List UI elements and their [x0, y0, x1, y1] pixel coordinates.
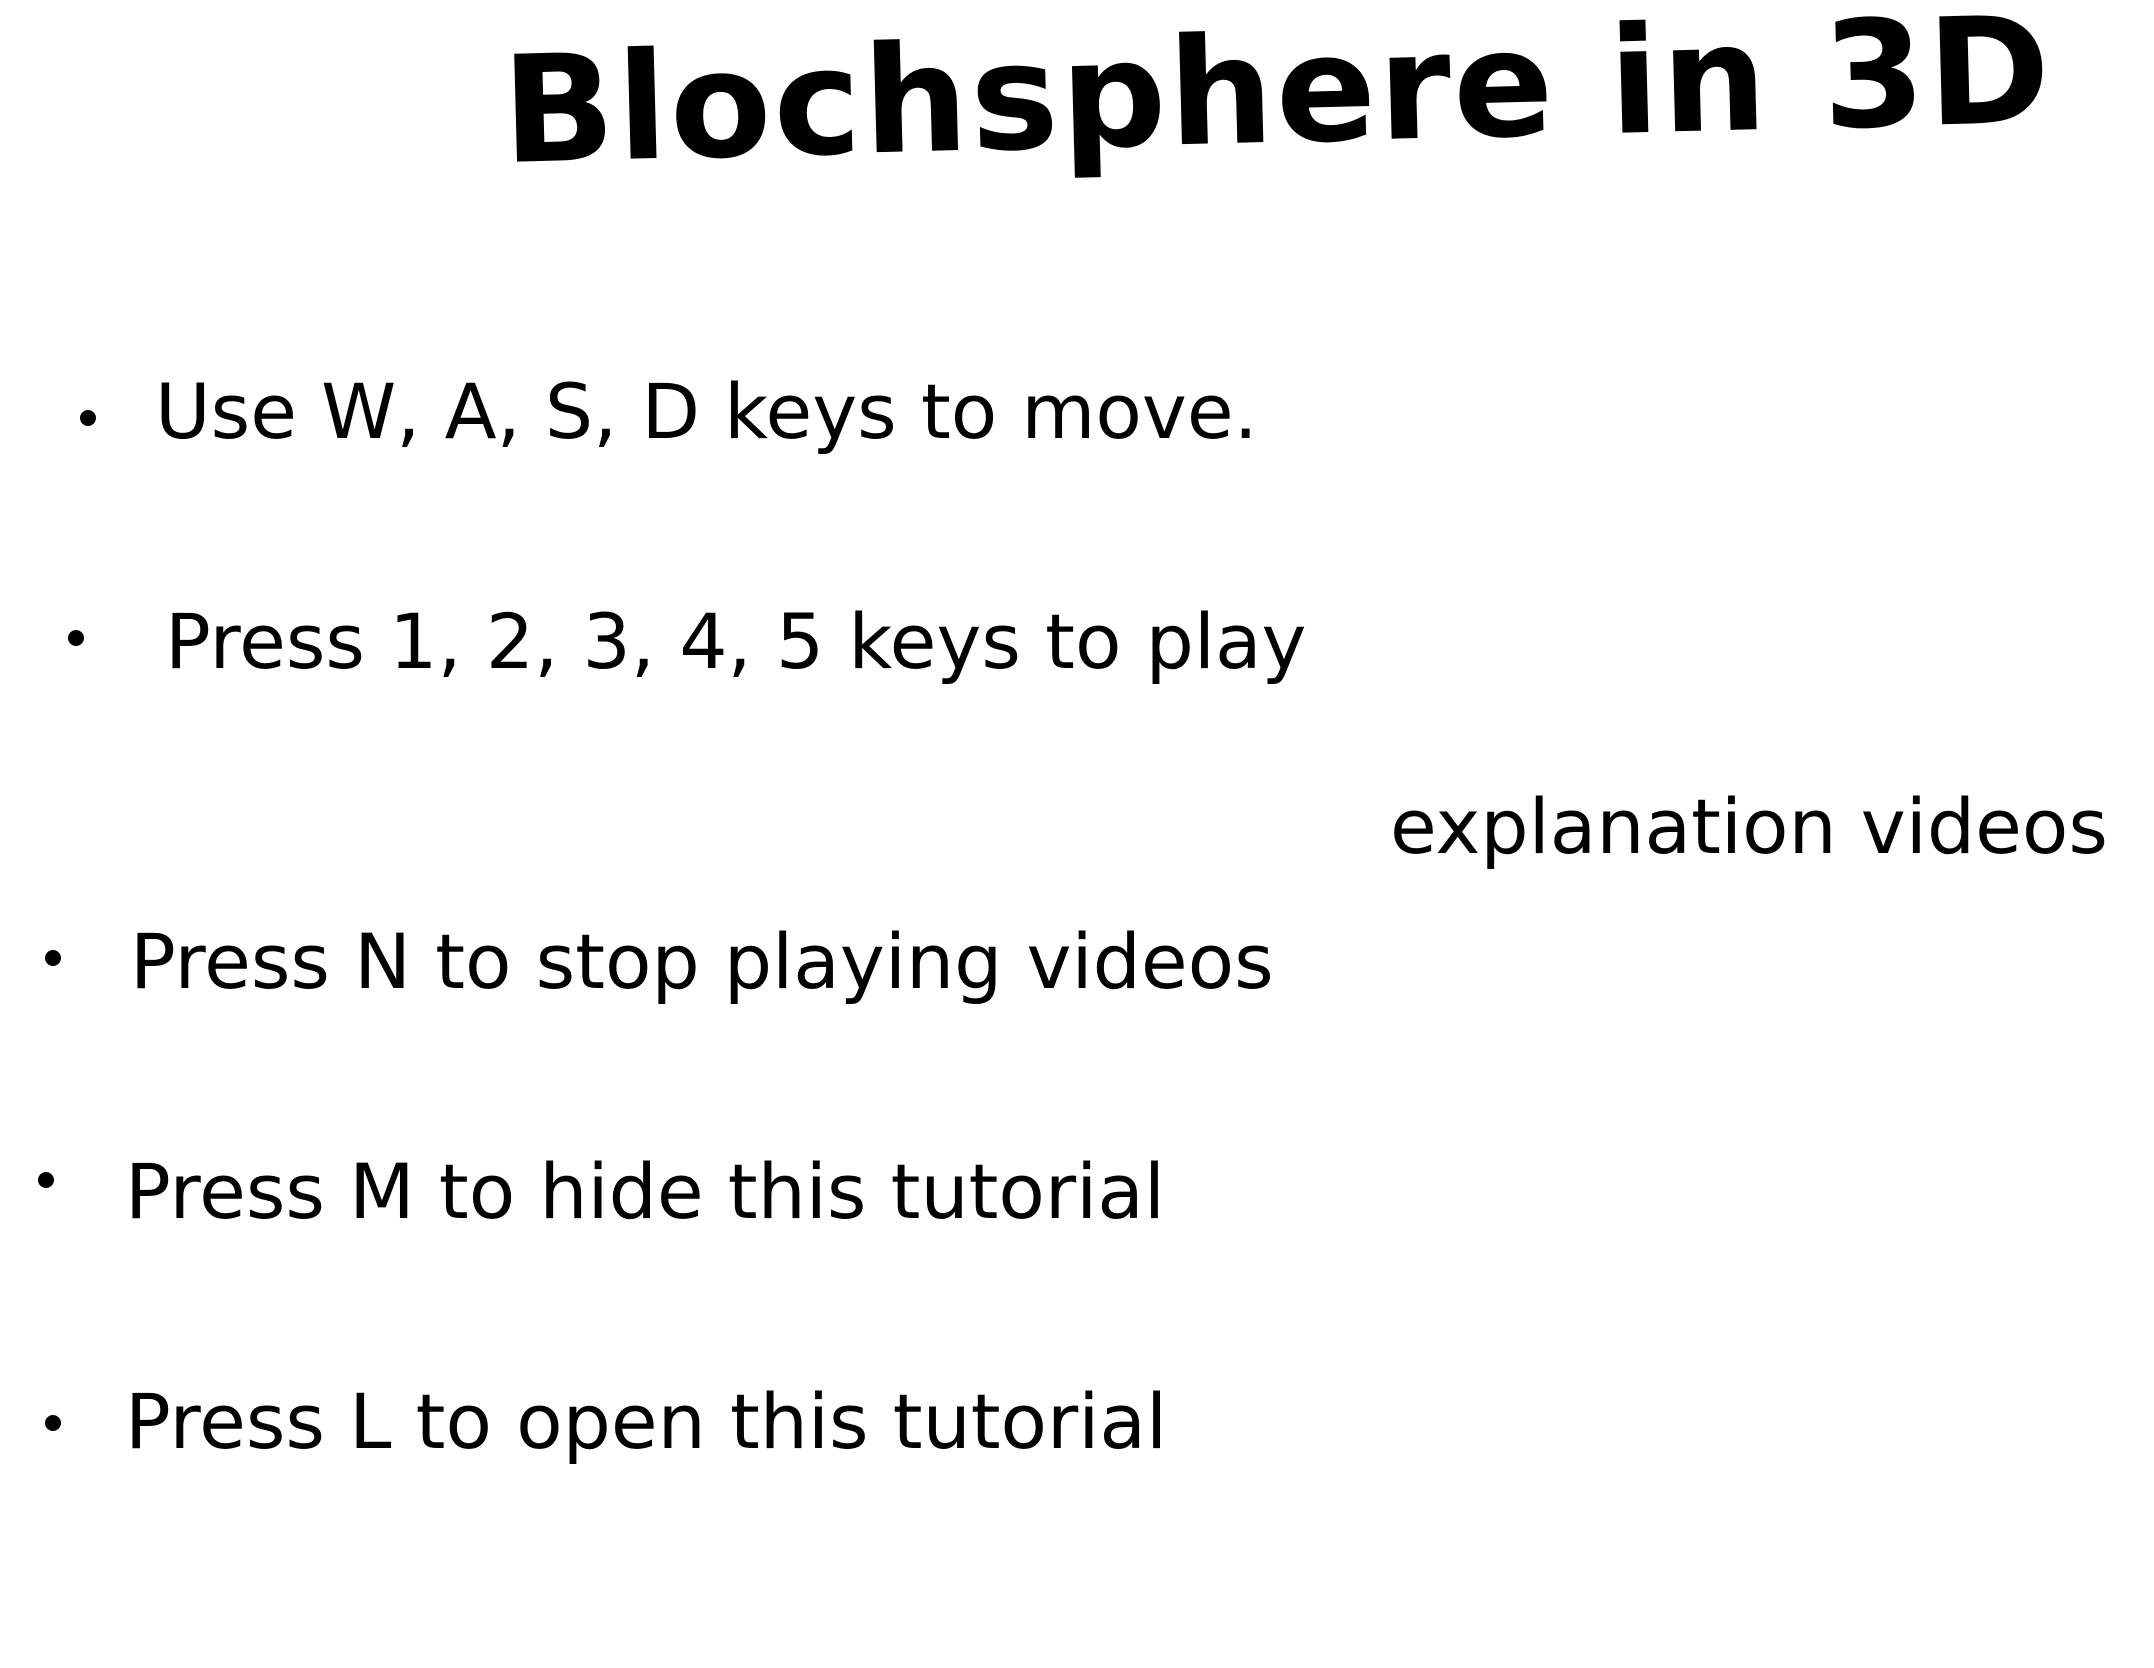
page-title: Blochsphere in 3D [499, 0, 2055, 197]
instruction-stop-videos: Press N to stop playing videos [130, 917, 1274, 1006]
bullet-icon [68, 630, 84, 646]
instruction-play-videos: Press 1, 2, 3, 4, 5 keys to play [165, 597, 1307, 686]
instruction-open-tutorial: Press L to open this tutorial [125, 1377, 1168, 1466]
bullet-icon [38, 1172, 54, 1188]
bullet-icon [80, 410, 96, 426]
instruction-hide-tutorial: Press M to hide this tutorial [125, 1147, 1165, 1236]
instruction-play-videos-continuation: explanation videos [1390, 782, 2108, 871]
instruction-move: Use W, A, S, D keys to move. [155, 367, 1258, 456]
tutorial-page: Blochsphere in 3D Use W, A, S, D keys to… [0, 0, 2154, 1668]
bullet-icon [45, 950, 61, 966]
bullet-icon [45, 1415, 61, 1431]
